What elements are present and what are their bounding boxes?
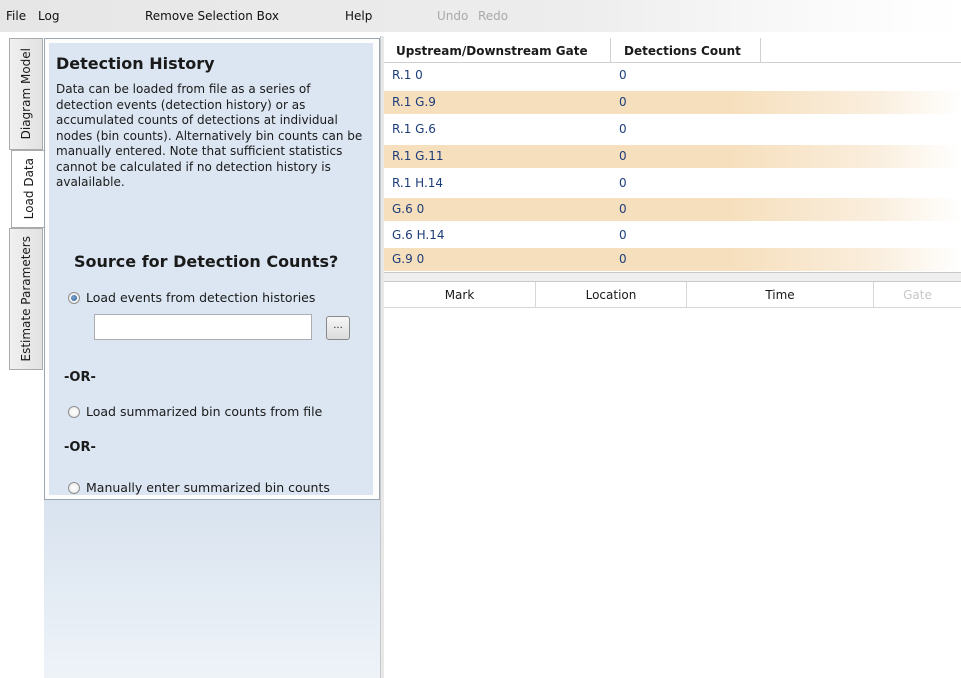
count-cell[interactable]: 0: [619, 202, 627, 216]
radio-summarized-file-button[interactable]: [68, 405, 80, 418]
count-cell[interactable]: 0: [619, 95, 627, 109]
header-time[interactable]: Time: [687, 288, 873, 302]
history-grid-header: Mark Location Time Gate: [384, 282, 961, 308]
count-cell[interactable]: 0: [619, 122, 627, 136]
menu-remove-selection-box[interactable]: Remove Selection Box: [145, 9, 279, 23]
gate-cell: R.1 0: [392, 68, 423, 82]
table-row[interactable]: R.1 0 0: [384, 64, 961, 87]
table-row[interactable]: R.1 G.11 0: [384, 145, 961, 168]
menu-undo[interactable]: Undo: [437, 9, 468, 23]
or-separator-1: -OR-: [64, 370, 96, 385]
tab-load-data[interactable]: Load Data: [11, 150, 45, 228]
table-row[interactable]: R.1 G.6 0: [384, 118, 961, 141]
gate-cell: G.6 H.14: [392, 228, 445, 242]
menu-file[interactable]: File: [6, 9, 26, 23]
radio-manual-button[interactable]: [68, 481, 80, 494]
table-row[interactable]: G.6 H.14 0: [384, 224, 961, 247]
header-location[interactable]: Location: [536, 288, 686, 302]
radio-histories-button[interactable]: [68, 291, 80, 304]
table-row[interactable]: R.1 G.9 0: [384, 91, 961, 114]
left-panel-background: [44, 500, 380, 678]
gate-cell: R.1 G.9: [392, 95, 436, 109]
tab-estimate-parameters-label: Estimate Parameters: [19, 236, 33, 362]
browse-button[interactable]: ...: [326, 316, 350, 340]
radio-manual-label: Manually enter summarized bin counts: [86, 480, 330, 495]
radio-histories-label: Load events from detection histories: [86, 290, 316, 305]
tab-load-data-label: Load Data: [21, 158, 36, 220]
header-detections-count[interactable]: Detections Count: [624, 44, 741, 58]
header-divider: [760, 38, 761, 63]
header-gate[interactable]: Upstream/Downstream Gate: [396, 44, 588, 58]
table-row[interactable]: G.6 0 0: [384, 198, 961, 221]
panel-description: Data can be loaded from file as a series…: [56, 82, 363, 189]
gate-cell: R.1 H.14: [392, 176, 444, 190]
gate-counts-grid: Upstream/Downstream Gate Detections Coun…: [384, 38, 961, 272]
header-gate[interactable]: Gate: [874, 288, 961, 302]
gate-cell: G.9 0: [392, 252, 425, 266]
or-separator-2: -OR-: [64, 440, 96, 455]
radio-load-summarized-file[interactable]: Load summarized bin counts from file: [68, 404, 322, 419]
menu-bar: File Log Remove Selection Box Help Undo …: [0, 0, 961, 32]
header-divider: [610, 38, 611, 63]
radio-manual-entry[interactable]: Manually enter summarized bin counts: [68, 480, 330, 495]
count-cell[interactable]: 0: [619, 68, 627, 82]
gate-cell: R.1 G.6: [392, 122, 436, 136]
count-cell[interactable]: 0: [619, 228, 627, 242]
tab-estimate-parameters[interactable]: Estimate Parameters: [9, 228, 43, 370]
detection-history-grid: Mark Location Time Gate: [384, 282, 961, 678]
menu-redo[interactable]: Redo: [478, 9, 508, 23]
tab-diagram-model[interactable]: Diagram Model: [9, 38, 43, 150]
source-heading: Source for Detection Counts?: [74, 252, 339, 271]
count-cell[interactable]: 0: [619, 176, 627, 190]
file-path-input[interactable]: [94, 314, 312, 340]
tab-diagram-model-label: Diagram Model: [19, 48, 33, 140]
gate-cell: R.1 G.11: [392, 149, 444, 163]
header-mark[interactable]: Mark: [384, 288, 535, 302]
table-row[interactable]: G.9 0 0: [384, 248, 961, 271]
count-cell[interactable]: 0: [619, 149, 627, 163]
gate-cell: G.6 0: [392, 202, 425, 216]
gate-grid-header: Upstream/Downstream Gate Detections Coun…: [384, 38, 961, 63]
panel-title: Detection History: [56, 54, 215, 73]
vertical-tab-strip: Diagram Model Load Data Estimate Paramet…: [9, 38, 45, 378]
count-cell[interactable]: 0: [619, 252, 627, 266]
menu-log[interactable]: Log: [38, 9, 59, 23]
radio-load-histories[interactable]: Load events from detection histories: [68, 290, 315, 305]
table-row[interactable]: R.1 H.14 0: [384, 172, 961, 195]
horizontal-splitter[interactable]: [384, 272, 961, 282]
radio-summarized-file-label: Load summarized bin counts from file: [86, 404, 323, 419]
menu-help[interactable]: Help: [345, 9, 372, 23]
